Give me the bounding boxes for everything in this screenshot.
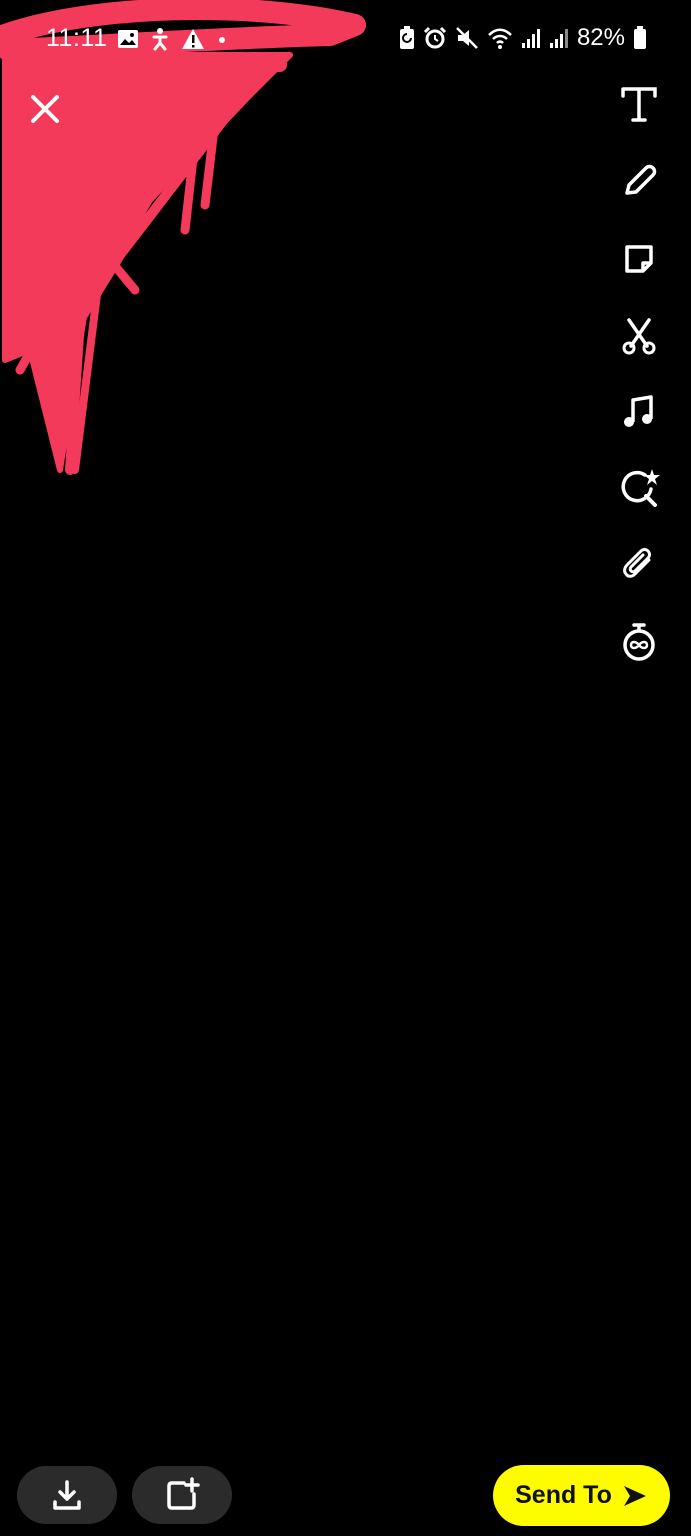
warning-icon	[182, 29, 204, 49]
scissors-tool-button[interactable]	[615, 312, 663, 360]
text-tool-button[interactable]	[615, 80, 663, 128]
signal-icon	[521, 29, 540, 48]
close-icon	[31, 95, 59, 123]
draw-tool-button[interactable]	[615, 157, 663, 205]
text-icon	[621, 87, 657, 122]
paperclip-icon	[623, 548, 651, 578]
send-to-button[interactable]: Send To	[493, 1465, 670, 1526]
mute-icon	[456, 27, 478, 49]
add-story-icon	[167, 1477, 200, 1510]
battery-percentage: 82%	[576, 24, 625, 51]
save-button[interactable]	[17, 1466, 117, 1524]
image-icon	[118, 30, 138, 48]
lens-search-icon	[621, 469, 660, 507]
status-right-icons: 82%	[399, 24, 647, 52]
download-icon	[53, 1480, 81, 1510]
battery-saver-icon	[399, 26, 414, 49]
scissors-icon	[622, 318, 656, 355]
pencil-icon	[625, 164, 657, 195]
battery-icon	[634, 26, 646, 49]
accessibility-icon	[152, 28, 168, 51]
music-tool-button[interactable]	[615, 388, 663, 436]
dot-icon	[219, 37, 225, 43]
timer-icon	[623, 623, 655, 661]
signal-icon	[549, 29, 568, 48]
sticker-tool-button[interactable]	[615, 235, 663, 283]
status-time: 11:11	[46, 24, 108, 52]
attach-tool-button[interactable]	[615, 542, 663, 590]
wifi-icon	[488, 28, 512, 49]
send-to-label: Send To	[515, 1481, 612, 1509]
status-left-icons	[117, 26, 229, 52]
alarm-icon	[423, 26, 447, 49]
status-bar: 11:11 82%	[0, 0, 691, 76]
send-arrow-icon	[623, 1485, 646, 1506]
sticker-icon	[625, 245, 653, 273]
timer-tool-button[interactable]	[615, 618, 663, 666]
music-icon	[624, 395, 653, 427]
close-button[interactable]	[24, 88, 66, 130]
lens-tool-button[interactable]	[615, 465, 663, 513]
add-to-story-button[interactable]	[132, 1466, 232, 1524]
